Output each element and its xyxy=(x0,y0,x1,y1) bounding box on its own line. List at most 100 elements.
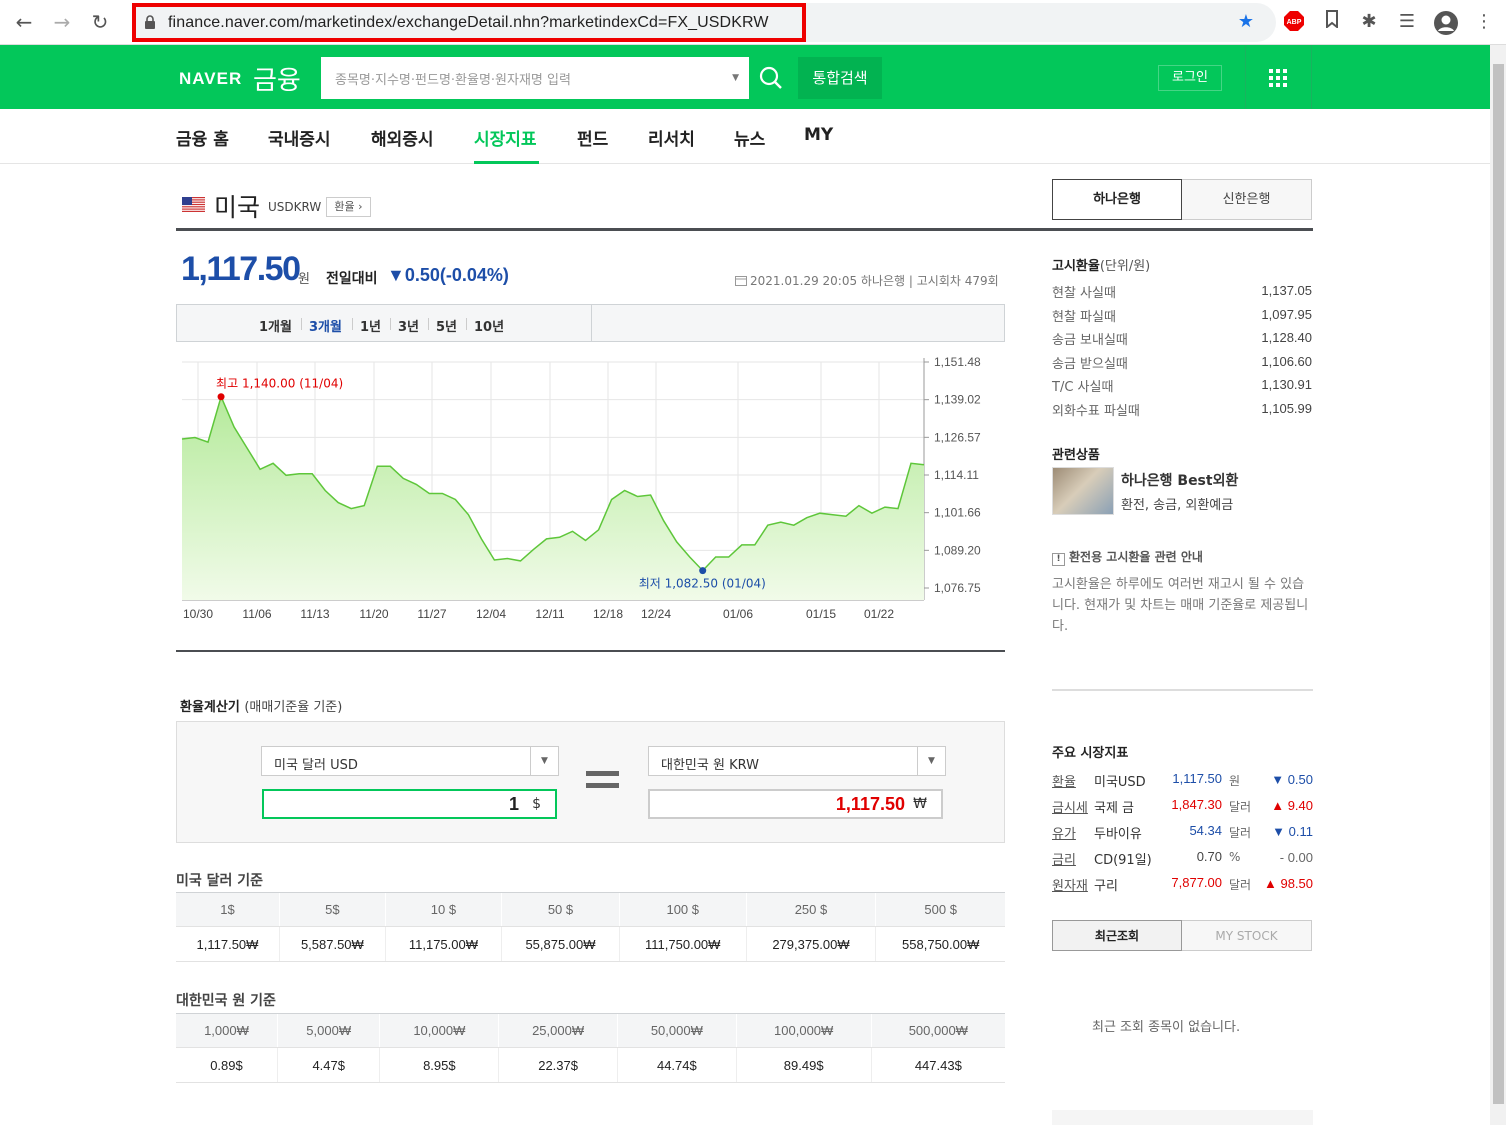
menu-domestic-stock[interactable]: 국내증시 xyxy=(268,125,331,150)
period-3m[interactable]: 3개월 xyxy=(309,316,342,335)
market-category[interactable]: 금시세 xyxy=(1052,797,1088,816)
market-category[interactable]: 원자재 xyxy=(1052,875,1088,894)
forward-icon[interactable]: → xyxy=(50,10,74,34)
bookmark-icon[interactable] xyxy=(1320,10,1344,34)
adblock-icon[interactable]: ABP xyxy=(1282,10,1306,34)
notice-title[interactable]: ! 환전용 고시환율 관련 안내 xyxy=(1052,548,1203,566)
period-3y[interactable]: 3년 xyxy=(398,316,419,335)
to-amount-input[interactable]: 1,117.50 ₩ xyxy=(648,789,943,819)
market-item-unit: % xyxy=(1229,850,1241,864)
quote-meta-text: 2021.01.29 20:05 하나은행 | 고시회차 479회 xyxy=(750,274,999,288)
us-flag-icon xyxy=(182,197,205,212)
profile-icon[interactable] xyxy=(1433,10,1458,35)
finance-logo[interactable]: 금융 xyxy=(253,60,301,97)
to-currency-select[interactable]: 대한민국 원 KRW ▼ xyxy=(648,746,946,776)
main-menu: 금융 홈 국내증시 해외증시 시장지표 펀드 리서치 뉴스 MY xyxy=(0,109,1490,164)
naver-logo[interactable]: NAVER xyxy=(179,69,242,89)
product-image[interactable] xyxy=(1052,467,1114,515)
tab-my-stock[interactable]: MY STOCK xyxy=(1182,920,1312,951)
calculator-title: 환율계산기 (매매기준율 기준) xyxy=(180,696,342,715)
change-label: 전일대비 xyxy=(326,271,378,287)
table-header-cell: 100,000₩ xyxy=(735,1013,872,1048)
table-cell: 55,875.00₩ xyxy=(501,926,620,962)
search-input[interactable]: 종목명·지수명·펀드명·환율명·원자재명 입력 ▼ xyxy=(321,57,749,99)
period-10y[interactable]: 10년 xyxy=(474,316,504,335)
rate-value: 1,130.91 xyxy=(1261,377,1312,393)
notice-rate-title-text: 고시환율 xyxy=(1052,259,1100,274)
exchange-badge[interactable]: 환율 › xyxy=(326,197,371,217)
annotation-point xyxy=(217,393,225,401)
table-cell: 8.95$ xyxy=(379,1047,499,1083)
scrollbar-thumb[interactable] xyxy=(1493,64,1504,1104)
calendar-icon xyxy=(735,276,747,286)
market-item-change: ▲ 98.50 xyxy=(1263,876,1313,891)
y-tick-label: 1,089.20 xyxy=(934,543,981,557)
market-item-name[interactable]: 국제 금 xyxy=(1094,797,1134,816)
address-bar[interactable]: finance.naver.com/marketindex/exchangeDe… xyxy=(132,3,806,42)
exchange-rate-chart[interactable]: 1,151.48 1,139.02 1,126.57 1,114.11 1,101.66… xyxy=(176,352,1006,622)
reload-icon[interactable]: ↻ xyxy=(88,10,112,34)
extensions-icon[interactable]: ✱ xyxy=(1357,10,1381,34)
table-cell: 11,175.00₩ xyxy=(384,926,502,962)
rate-value: 1,106.60 xyxy=(1261,353,1312,369)
tab-hana-bank[interactable]: 하나은행 xyxy=(1052,179,1182,220)
menu-market-index[interactable]: 시장지표 xyxy=(474,125,537,150)
search-button[interactable] xyxy=(750,57,792,99)
menu-news[interactable]: 뉴스 xyxy=(734,125,765,150)
period-1m[interactable]: 1개월 xyxy=(259,316,292,335)
media-control-icon[interactable]: ☰ xyxy=(1395,10,1419,34)
krw-conversion-table: 1,000₩ 5,000₩ 10,000₩ 25,000₩ 50,000₩ 100,000… xyxy=(176,1013,1005,1083)
x-tick-label: 11/06 xyxy=(242,607,271,621)
from-amount-unit: $ xyxy=(532,796,541,812)
menu-overseas-stock[interactable]: 해외증시 xyxy=(371,125,434,150)
market-item-change: ▲ 9.40 xyxy=(1271,798,1313,813)
table-cell: 5,587.50₩ xyxy=(278,926,386,962)
market-category[interactable]: 금리 xyxy=(1052,849,1076,868)
table-header-cell: 100 $ xyxy=(618,892,747,927)
y-tick-label: 1,139.02 xyxy=(934,393,981,407)
table-cell: 279,375.00₩ xyxy=(745,926,876,962)
to-amount-value: 1,117.50 xyxy=(835,794,905,814)
menu-my[interactable]: MY xyxy=(804,125,833,145)
period-1y[interactable]: 1년 xyxy=(360,316,381,335)
market-item-name[interactable]: 미국USD xyxy=(1094,771,1146,790)
period-5y[interactable]: 5년 xyxy=(436,316,457,335)
market-item-name[interactable]: 두바이유 xyxy=(1094,823,1142,842)
table-header-cell: 500 $ xyxy=(875,892,1005,927)
market-category[interactable]: 유가 xyxy=(1052,823,1076,842)
search-dropdown-icon[interactable]: ▼ xyxy=(732,73,739,83)
chevron-down-icon[interactable]: ▼ xyxy=(530,747,558,775)
related-products-title: 관련상품 xyxy=(1052,448,1100,463)
from-amount-input[interactable]: 1 $ xyxy=(262,789,557,819)
rate-label: 송금 보내실때 xyxy=(1052,333,1128,349)
back-icon[interactable]: ← xyxy=(12,10,36,34)
integrated-search-button[interactable]: 통합검색 xyxy=(798,57,882,99)
header-divider xyxy=(1245,45,1246,109)
x-tick-label: 11/13 xyxy=(300,607,329,621)
market-item-name[interactable]: CD(91일) xyxy=(1094,849,1152,868)
bookmark-star-icon[interactable]: ★ xyxy=(1234,10,1258,34)
product-name[interactable]: 하나은행 Best외환 xyxy=(1121,470,1238,490)
notice-title-text: 환전용 고시환율 관련 안내 xyxy=(1069,550,1203,564)
low-annotation-label: 최저 1,082.50 (01/04) xyxy=(639,577,766,591)
chevron-down-icon[interactable]: ▼ xyxy=(917,747,945,775)
menu-fund[interactable]: 펀드 xyxy=(577,125,608,150)
currency-code: USDKRW xyxy=(268,200,322,214)
tab-shinhan-bank[interactable]: 신한은행 xyxy=(1182,179,1312,220)
period-divider xyxy=(466,318,467,330)
x-tick-label: 12/11 xyxy=(535,607,564,621)
from-currency-select[interactable]: 미국 달러 USD ▼ xyxy=(261,746,559,776)
tab-recent-views[interactable]: 최근조회 xyxy=(1052,920,1182,951)
x-tick-label: 01/15 xyxy=(806,607,836,621)
menu-research[interactable]: 리서치 xyxy=(648,125,695,150)
notice-rate-unit: (단위/원) xyxy=(1099,259,1151,274)
market-item-name[interactable]: 구리 xyxy=(1094,875,1118,894)
market-item-unit: 달러 xyxy=(1229,800,1252,814)
service-grid-icon[interactable] xyxy=(1268,68,1288,88)
menu-finance-home[interactable]: 금융 홈 xyxy=(176,125,229,150)
menu-dots-icon[interactable]: ⋮ xyxy=(1472,10,1496,34)
login-button[interactable]: 로그인 xyxy=(1158,65,1222,91)
quote-meta: 2021.01.29 20:05 하나은행 | 고시회차 479회 xyxy=(735,272,999,289)
rate-label: 현찰 파실때 xyxy=(1052,309,1116,325)
market-category[interactable]: 환율 xyxy=(1052,771,1076,790)
